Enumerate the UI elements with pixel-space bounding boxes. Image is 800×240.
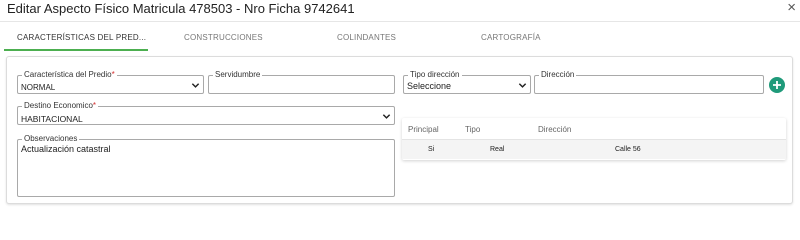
chevron-down-icon (518, 83, 527, 88)
table-header: Principal Tipo Dirección (402, 118, 786, 140)
caracteristica-select[interactable]: Característica del Predio* NORMAL (17, 70, 204, 94)
plus-icon (773, 81, 781, 89)
column-principal[interactable]: Principal (408, 125, 439, 134)
tab-construcciones[interactable]: CONSTRUCCIONES (184, 33, 263, 42)
caracteristica-label: Característica del Predio* (22, 70, 117, 80)
cell-principal: Si (428, 146, 435, 153)
dialog-header: Editar Aspecto Físico Matricula 478503 -… (0, 0, 800, 20)
address-table: Principal Tipo Dirección Si Real Calle 5… (402, 118, 786, 160)
dialog-title: Editar Aspecto Físico Matricula 478503 -… (7, 1, 355, 16)
tab-caracteristicas[interactable]: CARACTERÍSTICAS DEL PRED... (17, 33, 146, 42)
direccion-label: Dirección (539, 70, 577, 80)
tipo-direccion-select[interactable]: Tipo dirección Seleccione (403, 70, 531, 94)
tipo-direccion-value: Seleccione (407, 81, 452, 91)
add-address-button[interactable] (769, 77, 785, 93)
destino-select[interactable]: Destino Economico* HABITACIONAL (17, 101, 395, 125)
observaciones-label: Observaciones (22, 134, 80, 144)
servidumbre-label: Servidumbre (213, 70, 263, 80)
header-divider (0, 21, 800, 22)
table-row[interactable]: Si Real Calle 56 (402, 140, 786, 159)
chevron-down-icon (382, 114, 391, 119)
servidumbre-input[interactable]: Servidumbre (208, 70, 395, 94)
tipo-direccion-label: Tipo dirección (408, 70, 462, 80)
tab-cartografia[interactable]: CARTOGRAFÍA (481, 33, 541, 42)
cell-tipo: Real (490, 146, 505, 153)
direccion-input[interactable]: Dirección (534, 70, 764, 94)
observaciones-textarea[interactable]: Observaciones Actualización catastral (17, 134, 395, 197)
destino-value: HABITACIONAL (21, 114, 83, 124)
cell-direccion: Calle 56 (615, 146, 641, 153)
active-tab-indicator (4, 49, 148, 51)
destino-label: Destino Economico* (22, 101, 99, 111)
caracteristica-value: NORMAL (21, 83, 56, 92)
column-tipo[interactable]: Tipo (465, 125, 480, 134)
observaciones-value: Actualización catastral (21, 144, 111, 154)
chevron-down-icon (191, 83, 200, 88)
tab-colindantes[interactable]: COLINDANTES (337, 33, 396, 42)
close-icon[interactable]: × (787, 0, 796, 16)
column-direccion[interactable]: Dirección (538, 125, 571, 134)
